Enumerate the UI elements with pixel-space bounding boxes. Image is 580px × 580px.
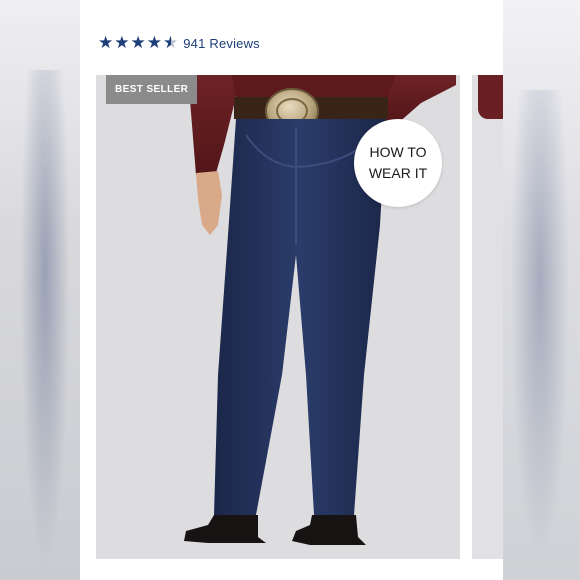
next-product-image-peek[interactable] <box>472 75 503 559</box>
best-seller-badge: BEST SELLER <box>106 75 198 104</box>
how-to-label-line1: HOW TO <box>369 144 427 160</box>
rating-summary[interactable]: ★ ★ ★ ★ ★ 941 Reviews <box>98 33 260 53</box>
star-icon: ★ <box>114 33 130 52</box>
product-panel: ★ ★ ★ ★ ★ 941 Reviews BEST SELLER HOW TO… <box>80 0 503 580</box>
how-to-wear-it-button[interactable]: HOW TO WEAR IT <box>354 119 442 207</box>
how-to-label-line2: WEAR IT <box>368 165 428 181</box>
star-icon: ★ <box>130 33 146 52</box>
star-icon: ★ <box>98 33 114 52</box>
star-icon: ★ <box>146 33 162 52</box>
half-star-icon: ★ <box>163 33 179 52</box>
review-count-link[interactable]: 941 Reviews <box>183 36 260 51</box>
backdrop-right <box>500 0 580 580</box>
backdrop-left <box>0 0 80 580</box>
star-rating: ★ ★ ★ ★ ★ <box>98 33 179 53</box>
product-image[interactable]: BEST SELLER HOW TO WEAR IT <box>96 75 460 559</box>
